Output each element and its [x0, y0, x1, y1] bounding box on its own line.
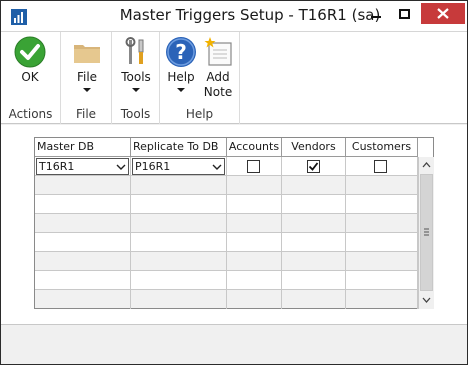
help-label: Help [167, 70, 195, 84]
scroll-down-button[interactable] [419, 292, 434, 308]
accounts-checkbox[interactable] [247, 160, 260, 173]
scroll-up-button[interactable] [419, 157, 434, 173]
ok-label: OK [21, 70, 39, 84]
customers-checkbox[interactable] [374, 160, 387, 173]
ok-button[interactable]: OK [10, 36, 50, 85]
master-db-cell: T16R1 [35, 157, 131, 176]
help-dropdown-arrow-icon [177, 88, 185, 92]
table-row[interactable] [35, 290, 418, 309]
add-note-label-line2: Note [203, 85, 233, 99]
chevron-down-icon [212, 164, 222, 170]
chevron-up-icon [422, 162, 431, 168]
replicate-to-db-value: P16R1 [135, 160, 171, 173]
minimize-icon [371, 15, 381, 18]
tools-label: Tools [121, 70, 151, 84]
svg-text:?: ? [175, 40, 187, 64]
maximize-button[interactable] [390, 3, 418, 24]
accounts-cell [227, 157, 282, 176]
grip-icon [424, 228, 429, 236]
table-row[interactable]: T16R1 P16R1 [35, 157, 418, 176]
title-bar: Master Triggers Setup - T16R1 (sa) [1, 1, 467, 32]
vendors-cell [282, 157, 346, 176]
table-row[interactable] [35, 252, 418, 271]
replicate-to-db-select[interactable]: P16R1 [132, 158, 225, 175]
help-button[interactable]: ? Help [163, 36, 199, 92]
maximize-icon [398, 8, 410, 19]
status-bar [1, 326, 467, 364]
vendors-checkbox[interactable] [307, 160, 320, 173]
file-label: File [76, 70, 98, 84]
ribbon-toolbar: OK Actions File File Tools Tools ? Help … [1, 32, 467, 124]
file-dropdown-arrow-icon [83, 88, 91, 92]
table-row[interactable] [35, 176, 418, 195]
minimize-button[interactable] [362, 3, 390, 24]
add-note-label-line1: Add [206, 70, 230, 84]
table-row[interactable] [35, 271, 418, 290]
master-db-select[interactable]: T16R1 [36, 158, 129, 175]
scroll-thumb[interactable] [420, 174, 433, 291]
vertical-scrollbar[interactable] [418, 157, 434, 309]
ribbon-group-label-file: File [75, 107, 97, 121]
table-row[interactable] [35, 233, 418, 252]
table-row[interactable] [35, 195, 418, 214]
column-header-vendors[interactable]: Vendors [282, 138, 346, 157]
tools-dropdown-arrow-icon [132, 88, 140, 92]
file-button[interactable]: File [67, 36, 107, 92]
ribbon-group-actions: OK Actions [1, 32, 61, 124]
add-note-icon [204, 37, 232, 66]
tools-icon [125, 37, 144, 64]
column-header-customers[interactable]: Customers [346, 138, 418, 157]
ribbon-group-label-tools: Tools [120, 107, 151, 121]
add-note-button[interactable]: Add Note [200, 36, 236, 100]
column-header-master-db[interactable]: Master DB [35, 138, 131, 157]
tools-button[interactable]: Tools [116, 36, 156, 92]
content-area: Master DB Replicate To DB Accounts Vendo… [1, 125, 467, 325]
ribbon-group-file: File File [61, 32, 112, 124]
ok-check-icon [14, 36, 46, 68]
column-header-accounts[interactable]: Accounts [227, 138, 282, 157]
ribbon-group-label-help: Help [185, 107, 214, 121]
close-button[interactable] [421, 3, 465, 24]
column-header-replicate-to-db[interactable]: Replicate To DB [131, 138, 227, 157]
table-row[interactable] [35, 214, 418, 233]
folder-icon [74, 45, 100, 63]
help-icon: ? [166, 37, 196, 67]
close-icon [437, 8, 449, 19]
chevron-down-icon [422, 297, 431, 303]
master-db-value: T16R1 [39, 160, 75, 173]
checkmark-icon [308, 162, 319, 171]
triggers-grid: Master DB Replicate To DB Accounts Vendo… [34, 137, 434, 309]
master-triggers-window: Master Triggers Setup - T16R1 (sa) OK Ac… [0, 0, 468, 365]
chevron-down-icon [116, 164, 126, 170]
ribbon-group-label-actions: Actions [8, 107, 53, 121]
ribbon-group-tools: Tools Tools [112, 32, 160, 124]
customers-cell [346, 157, 418, 176]
replicate-to-db-cell: P16R1 [131, 157, 227, 176]
ribbon-group-help: ? Help Add Note Help [160, 32, 240, 124]
